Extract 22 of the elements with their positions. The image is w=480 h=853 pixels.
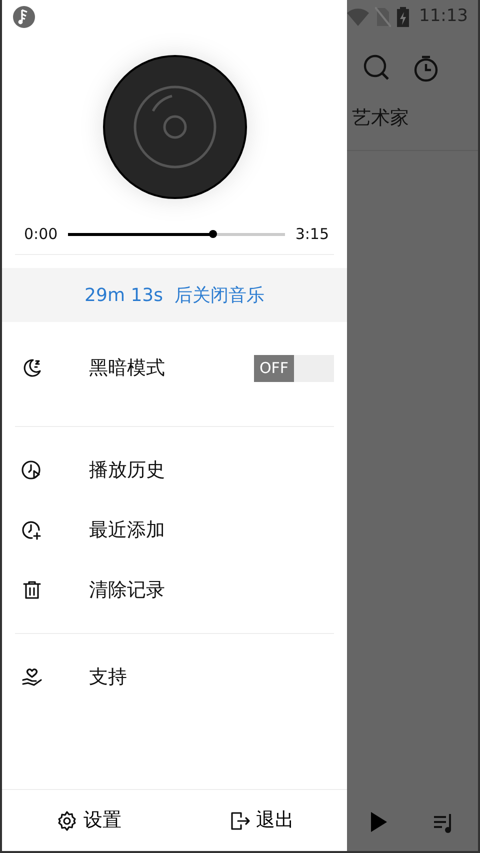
no-sim-icon [375,7,391,27]
menu-item[interactable]: 支持 [2,647,347,707]
album-disc-icon [102,54,248,200]
play-icon[interactable] [368,811,389,833]
sleep-timer-text: 29m 13s 后关闭音乐 [2,268,347,322]
slider-thumb[interactable] [209,230,218,238]
time-duration: 3:15 [295,224,329,245]
status-time: 11:13 [419,5,468,28]
footer-button[interactable]: 退出 [228,806,294,835]
app-notification-icon [12,5,36,29]
wifi-icon [347,8,369,26]
menu-label: 黑暗模式 [89,356,165,381]
menu-item[interactable]: 清除记录 [2,560,347,620]
dark-mode-toggle[interactable]: OFF [254,354,334,382]
time-elapsed: 0:00 [24,224,58,245]
footer-button[interactable]: 设置 [55,806,122,835]
timer-icon[interactable] [413,54,439,82]
menu-item[interactable]: 播放历史 [2,440,347,500]
progress-slider[interactable] [68,232,286,236]
menu-item[interactable]: 最近添加 [2,500,347,560]
battery-charging-icon [397,7,409,27]
search-icon[interactable] [363,54,391,82]
